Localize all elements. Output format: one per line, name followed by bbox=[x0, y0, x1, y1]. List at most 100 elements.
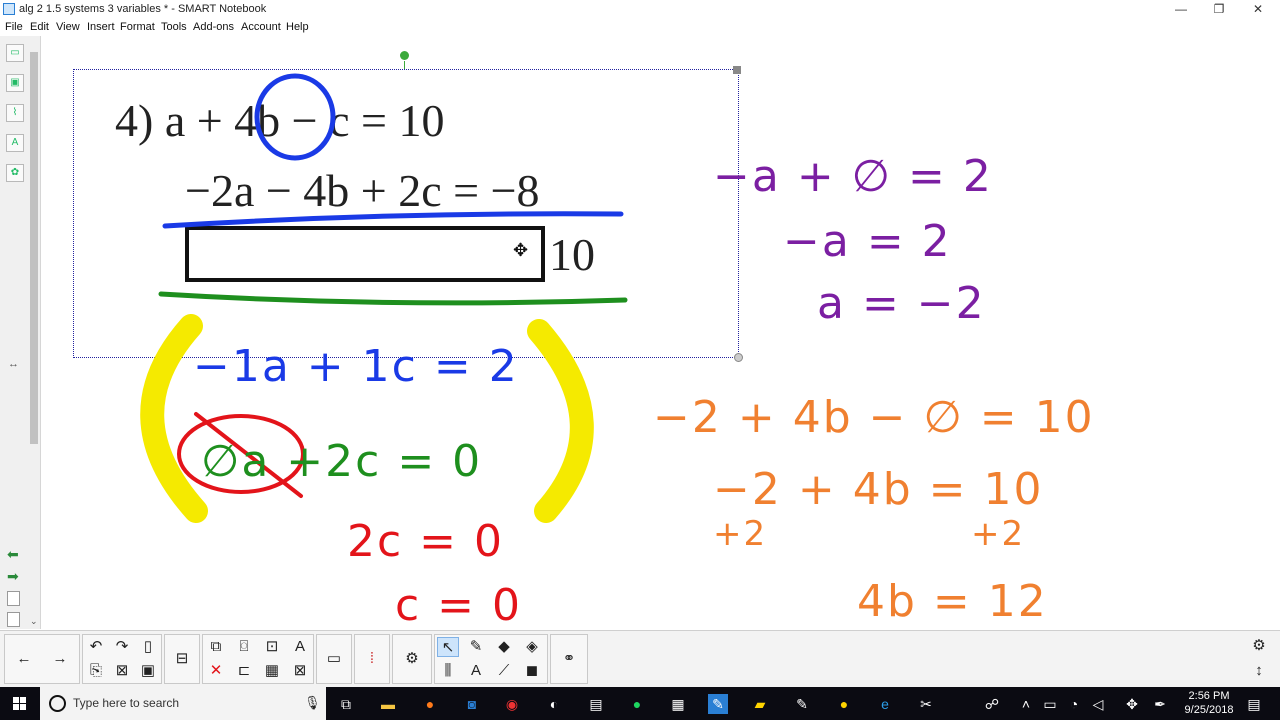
file-explorer-icon[interactable]: ▬ bbox=[378, 694, 398, 714]
clone-icon[interactable]: ⧉ bbox=[205, 637, 227, 657]
ink-circle-4b bbox=[254, 73, 336, 161]
ink-orange-line-2: −2 + 4b = 10 bbox=[713, 464, 1044, 515]
scrollbar-thumb[interactable] bbox=[30, 52, 38, 444]
display-icon[interactable]: ⊏ bbox=[233, 661, 255, 681]
paste-icon[interactable]: ⎘ bbox=[85, 661, 107, 681]
menu-help[interactable]: Help bbox=[286, 21, 309, 33]
lines-icon[interactable]: ⫼ bbox=[437, 661, 459, 681]
title-bar: alg 2 1.5 systems 3 variables * - SMART … bbox=[0, 0, 1280, 20]
outlook-icon[interactable]: ◙ bbox=[462, 694, 482, 714]
redo-icon[interactable]: ↷ bbox=[111, 637, 133, 657]
ink-orange-line-5: 4b = 12 bbox=[857, 576, 1048, 627]
eraser-icon[interactable]: ◆ bbox=[493, 637, 515, 657]
shapes-icon[interactable]: ⟋ bbox=[493, 661, 515, 681]
previous-page-arrow-icon[interactable]: ⬅ bbox=[7, 546, 19, 563]
menu-format[interactable]: Format bbox=[120, 21, 155, 33]
properties-icon[interactable]: A bbox=[6, 134, 24, 152]
table-icon[interactable]: ⊡ bbox=[261, 637, 283, 657]
app4-icon[interactable]: ✎ bbox=[792, 694, 812, 714]
menu-insert[interactable]: Insert bbox=[87, 21, 115, 33]
ink-underline-green bbox=[158, 291, 628, 306]
menu-bar: File Edit View Insert Format Tools Add-o… bbox=[0, 20, 1280, 36]
new-page-icon[interactable]: ▯ bbox=[137, 637, 159, 657]
ink-blue-line: −1a + 1c = 2 bbox=[193, 341, 519, 392]
menu-addons[interactable]: Add-ons bbox=[193, 21, 234, 33]
mark-icon[interactable]: ⁞ bbox=[361, 649, 383, 669]
addons-icon[interactable]: ✿ bbox=[6, 164, 24, 182]
screen-shade-icon[interactable]: ⊟ bbox=[171, 649, 193, 669]
spreadsheet-icon[interactable]: ▦ bbox=[261, 661, 283, 681]
magic-pen-icon[interactable]: ◼ bbox=[521, 661, 543, 681]
chrome-icon[interactable]: ◉ bbox=[502, 694, 522, 714]
text-tool-icon[interactable]: A bbox=[465, 661, 487, 681]
clear-icon[interactable]: ⊠ bbox=[289, 661, 311, 681]
close-button[interactable]: ✕ bbox=[1238, 0, 1278, 20]
battery-icon[interactable]: ▭ bbox=[1040, 694, 1060, 714]
clock-time: 2:56 PM bbox=[1188, 690, 1230, 702]
page-sorter-icon[interactable]: ▭ bbox=[6, 44, 24, 62]
minimize-button[interactable]: — bbox=[1161, 0, 1201, 20]
measurement-icon[interactable]: ⚭ bbox=[558, 649, 580, 669]
save-icon[interactable]: ▣ bbox=[137, 661, 159, 681]
attachments-icon[interactable]: ⌇ bbox=[6, 104, 24, 122]
gallery-icon[interactable]: ▣ bbox=[6, 74, 24, 92]
whiteboard-canvas[interactable]: 4) a + 4b − c = 10 −2a − 4b + 2c = −8 ✥ … bbox=[41, 36, 1280, 631]
smart-notebook-icon[interactable]: ✎ bbox=[708, 694, 728, 714]
edge-icon[interactable]: e bbox=[875, 694, 895, 714]
delete-page-icon[interactable]: ⊠ bbox=[111, 661, 133, 681]
sticky-notes-icon[interactable]: ▰ bbox=[750, 694, 770, 714]
pen-icon[interactable]: ✒ bbox=[1150, 694, 1170, 714]
menu-view[interactable]: View bbox=[56, 21, 80, 33]
text-icon[interactable]: A bbox=[289, 637, 311, 657]
app5-icon[interactable]: ● bbox=[834, 694, 854, 714]
camera-icon[interactable]: ▭ bbox=[323, 649, 345, 669]
menu-account[interactable]: Account bbox=[241, 21, 281, 33]
next-page-icon[interactable]: → bbox=[49, 649, 71, 669]
delete-icon[interactable]: ✕ bbox=[205, 661, 227, 681]
menu-edit[interactable]: Edit bbox=[30, 21, 49, 33]
tools-icon[interactable]: ⚙ bbox=[401, 649, 423, 669]
ink-underline-blue bbox=[162, 211, 624, 229]
scroll-down-icon[interactable]: ⌄ bbox=[30, 616, 38, 627]
fill-icon[interactable]: ◈ bbox=[521, 637, 543, 657]
dropbox-icon[interactable]: ✥ bbox=[1122, 694, 1142, 714]
expand-toolbar-icon[interactable]: ↕ bbox=[1248, 661, 1270, 681]
volume-icon[interactable]: ◁ bbox=[1088, 694, 1108, 714]
app6-icon[interactable]: ✂ bbox=[916, 694, 936, 714]
pens-icon[interactable]: ✎ bbox=[465, 637, 487, 657]
ink-paren-left bbox=[140, 314, 208, 523]
spotify-icon[interactable]: ● bbox=[627, 694, 647, 714]
tools-group: ⚙ bbox=[392, 634, 432, 684]
ink-purple-line-2: −a = 2 bbox=[783, 216, 952, 267]
previous-page-icon[interactable]: ← bbox=[13, 649, 35, 669]
screen-capture-icon[interactable]: ⌼ bbox=[233, 637, 255, 657]
microphone-icon[interactable]: 🎙 bbox=[304, 695, 321, 711]
undo-icon[interactable]: ↶ bbox=[85, 637, 107, 657]
app3-icon[interactable]: ▦ bbox=[668, 694, 688, 714]
restore-button[interactable]: ❐ bbox=[1199, 0, 1239, 20]
smart-notebook-app-icon bbox=[3, 3, 15, 15]
ink-green-line: ∅a +2c = 0 bbox=[201, 436, 483, 487]
search-box[interactable]: Type here to search 🎙 bbox=[40, 687, 326, 720]
network-icon[interactable]: ◔ bbox=[1064, 694, 1084, 714]
next-page-arrow-icon[interactable]: ➡ bbox=[7, 568, 19, 585]
show-hidden-icons[interactable]: ˄ bbox=[1016, 694, 1036, 714]
vertical-scrollbar[interactable]: ⌄ bbox=[28, 36, 41, 629]
delete-page-icon[interactable] bbox=[7, 612, 20, 627]
system-clock[interactable]: 2:56 PM 9/25/2018 bbox=[1178, 689, 1240, 717]
collapse-sidebar-icon[interactable]: ↔ bbox=[8, 358, 19, 370]
menu-file[interactable]: File bbox=[5, 21, 23, 33]
select-icon[interactable]: ↖ bbox=[437, 637, 459, 657]
app2-icon[interactable]: ▤ bbox=[586, 694, 606, 714]
people-icon[interactable]: ☍ bbox=[982, 694, 1002, 714]
start-button[interactable] bbox=[0, 687, 40, 720]
add-page-icon[interactable] bbox=[7, 591, 20, 606]
firefox-icon[interactable]: ● bbox=[420, 694, 440, 714]
camera-group: ▭ bbox=[316, 634, 352, 684]
menu-tools[interactable]: Tools bbox=[161, 21, 187, 33]
app-icon[interactable]: ◐ bbox=[544, 694, 564, 714]
task-view-icon[interactable]: ⧉ bbox=[336, 694, 356, 714]
settings-icon[interactable]: ⚙ bbox=[1248, 636, 1270, 656]
notifications-icon[interactable]: ▤ bbox=[1244, 694, 1264, 714]
sidebar-tabs: ▭ ▣ ⌇ A ✿ ↔ ⬅ ➡ bbox=[0, 36, 29, 629]
